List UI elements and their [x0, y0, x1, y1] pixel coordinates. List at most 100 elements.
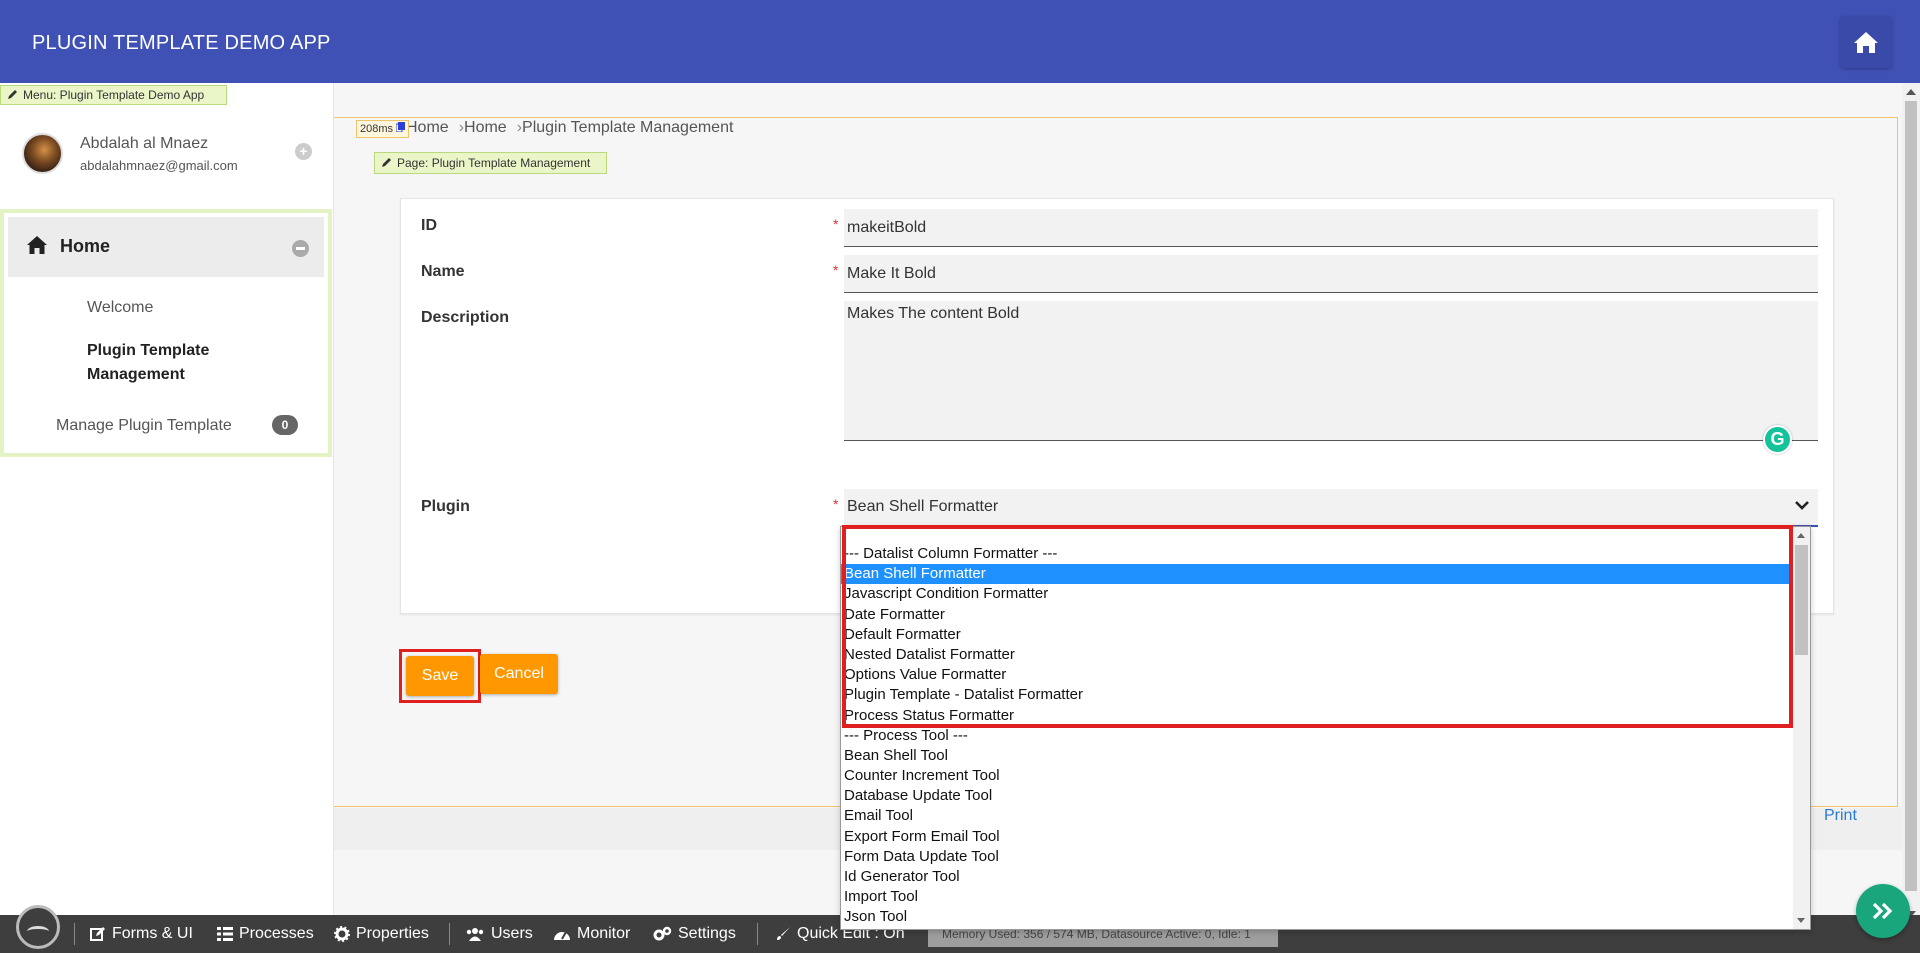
users-link[interactable]: Users [465, 925, 533, 943]
timing-value: 208ms [360, 123, 394, 135]
scroll-down-icon[interactable] [1797, 918, 1805, 923]
options-container: --- Datalist Column Formatter --- Bean Sh… [841, 544, 1793, 928]
list-icon [217, 927, 233, 941]
options-scrollbar[interactable] [1793, 527, 1810, 929]
sidebar-item-home[interactable]: Home [8, 217, 324, 277]
dropdown-option[interactable]: Export Form Email Tool [841, 827, 1793, 847]
gear-icon [334, 926, 350, 942]
profile-email: abdalahmnaez@gmail.com [80, 158, 238, 173]
option-group-header[interactable]: --- Datalist Column Formatter --- [841, 544, 1793, 564]
pencil-square-icon [90, 927, 105, 941]
pencil-icon [8, 90, 17, 99]
divider [74, 923, 75, 945]
plugin-select-value: Bean Shell Formatter [847, 498, 999, 515]
timing-tag: 208ms [356, 120, 410, 138]
monitor-link[interactable]: Monitor [553, 925, 630, 943]
divider [449, 923, 450, 945]
properties-label: Properties [356, 925, 429, 942]
collapse-icon[interactable] [292, 240, 309, 257]
dropdown-option[interactable]: Id Generator Tool [841, 867, 1793, 887]
forms-ui-label: Forms & UI [112, 925, 193, 942]
joget-logo-icon[interactable] [16, 905, 60, 949]
save-highlight: Save [399, 649, 481, 703]
sidebar-item-plugin-template-management[interactable]: Plugin Template Management [87, 339, 257, 387]
menu-tag-label: Menu: Plugin Template Demo App [23, 88, 205, 102]
dropdown-option[interactable]: Database Update Tool [841, 786, 1793, 806]
dropdown-option[interactable]: Options Value Formatter [841, 665, 1793, 685]
house-icon [27, 236, 47, 254]
required-mark: * [833, 216, 839, 232]
sidebar-item-manage-plugin-template[interactable]: Manage Plugin Template [56, 417, 232, 435]
menu-quick-edit-tag[interactable]: Menu: Plugin Template Demo App [0, 85, 228, 105]
settings-label: Settings [678, 925, 736, 942]
id-label: ID [421, 217, 437, 234]
divider [757, 923, 758, 945]
id-field[interactable] [844, 209, 1818, 247]
scrollbar-thumb[interactable] [1905, 101, 1917, 891]
page-tag-label: Page: Plugin Template Management [397, 156, 591, 170]
dropdown-option[interactable]: Date Formatter [841, 605, 1793, 625]
monitor-label: Monitor [577, 925, 631, 942]
double-chevron-right-icon [1872, 902, 1893, 920]
dropdown-option[interactable]: Plugin Template - Datalist Formatter [841, 685, 1793, 705]
dropdown-option[interactable]: Bean Shell Formatter [841, 564, 1793, 585]
dropdown-option[interactable]: Counter Increment Tool [841, 766, 1793, 786]
dropdown-option[interactable]: Javascript Condition Formatter [841, 584, 1793, 604]
scroll-up-icon[interactable] [1906, 89, 1916, 95]
processes-label: Processes [239, 925, 314, 942]
breadcrumb-home[interactable]: Home [406, 119, 449, 136]
description-label: Description [421, 309, 510, 326]
sidebar-item-welcome[interactable]: Welcome [87, 299, 153, 317]
name-field[interactable] [844, 255, 1818, 293]
scrollbar-thumb[interactable] [1795, 545, 1808, 655]
description-field[interactable]: Makes The content Bold [844, 301, 1818, 441]
brush-icon [777, 927, 790, 940]
sidebar: Menu: Plugin Template Demo App Abdalah a… [0, 83, 334, 923]
name-label: Name [421, 263, 465, 280]
dropdown-option[interactable]: Import Tool [841, 887, 1793, 907]
settings-link[interactable]: Settings [652, 925, 736, 943]
plus-icon[interactable]: + [295, 143, 312, 160]
plugin-label: Plugin [421, 498, 470, 515]
dropdown-option[interactable]: Email Tool [841, 806, 1793, 826]
avatar[interactable] [22, 133, 63, 174]
save-button[interactable]: Save [406, 656, 474, 696]
forms-ui-link[interactable]: Forms & UI [90, 925, 193, 943]
users-label: Users [491, 925, 533, 942]
users-icon [466, 928, 484, 941]
count-badge: 0 [272, 415, 298, 435]
gauge-icon [554, 931, 570, 940]
user-profile: Abdalah al Mnaez abdalahmnaez@gmail.com … [0, 115, 334, 195]
plugin-select[interactable]: Bean Shell Formatter [844, 489, 1818, 527]
print-link[interactable]: Print [1824, 807, 1857, 825]
chevron-down-icon [1795, 501, 1809, 510]
dropdown-option[interactable]: Nested Datalist Formatter [841, 645, 1793, 665]
home-button[interactable] [1840, 16, 1892, 68]
page-quick-edit-tag[interactable]: Page: Plugin Template Management [374, 152, 608, 174]
dropdown-option[interactable]: Default Formatter [841, 625, 1793, 645]
dropdown-option[interactable]: Json Tool [841, 907, 1793, 927]
home-icon [1854, 32, 1878, 53]
dropdown-option[interactable]: Form Data Update Tool [841, 847, 1793, 867]
breadcrumb-home-2[interactable]: Home [464, 119, 507, 136]
sidebar-menu: Home Welcome Plugin Template Management … [0, 209, 332, 457]
gears-icon [653, 926, 672, 941]
copy-icon [395, 122, 406, 133]
expand-button[interactable] [1856, 884, 1910, 938]
profile-name: Abdalah al Mnaez [80, 135, 209, 152]
plugin-options-list[interactable]: --- Datalist Column Formatter --- Bean Sh… [840, 526, 1811, 930]
scroll-up-icon[interactable] [1797, 533, 1805, 538]
option-group-header[interactable]: --- Process Tool --- [841, 726, 1793, 746]
dropdown-option[interactable]: Process Status Formatter [841, 706, 1793, 726]
required-mark: * [833, 262, 839, 278]
grammarly-icon[interactable]: G [1763, 425, 1792, 454]
dropdown-option[interactable]: Bean Shell Tool [841, 746, 1793, 766]
pencil-icon [382, 158, 391, 167]
processes-link[interactable]: Processes [217, 925, 314, 943]
breadcrumb: Home ›Home ›Plugin Template Management [406, 119, 733, 137]
sidebar-home-label: Home [60, 236, 111, 256]
page-scrollbar[interactable] [1902, 83, 1920, 923]
cancel-button[interactable]: Cancel [480, 654, 558, 694]
top-bar: PLUGIN TEMPLATE DEMO APP [0, 0, 1920, 83]
properties-link[interactable]: Properties [334, 925, 429, 943]
